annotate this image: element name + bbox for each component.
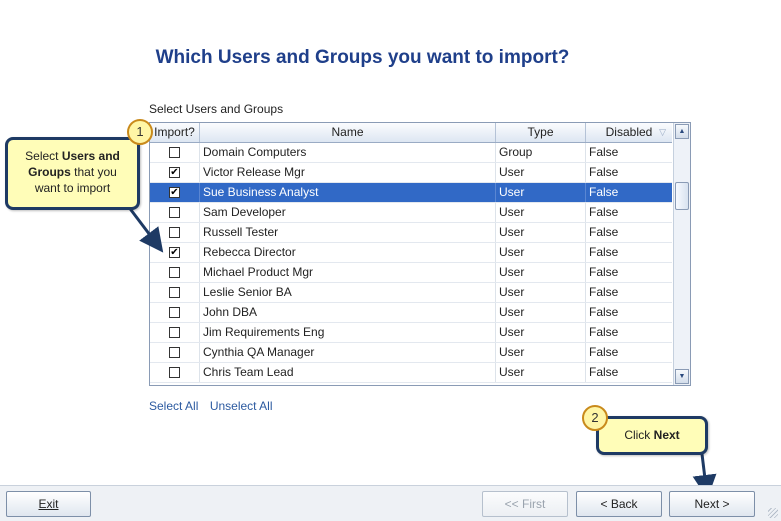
step-badge-2: 2 xyxy=(582,405,608,431)
wizard-footer: Exit << First < Back Next > xyxy=(0,485,781,521)
resize-grip[interactable] xyxy=(768,508,778,518)
first-button[interactable]: << First xyxy=(482,491,568,517)
back-button[interactable]: < Back xyxy=(576,491,662,517)
next-button[interactable]: Next > xyxy=(669,491,755,517)
callout1-arrow xyxy=(126,205,164,253)
callout-click-next: Click Next xyxy=(596,416,708,455)
exit-button[interactable]: Exit xyxy=(6,491,91,517)
step-badge-1: 1 xyxy=(127,119,153,145)
callout2-text-bold: Next xyxy=(653,428,680,442)
callout-select-users: Select Users and Groups that you want to… xyxy=(5,137,140,210)
callout2-arrow xyxy=(692,453,717,499)
exit-button-label: Exit xyxy=(38,497,59,511)
callout1-text-pre: Select xyxy=(25,149,62,163)
callout2-text-pre: Click xyxy=(624,428,654,442)
